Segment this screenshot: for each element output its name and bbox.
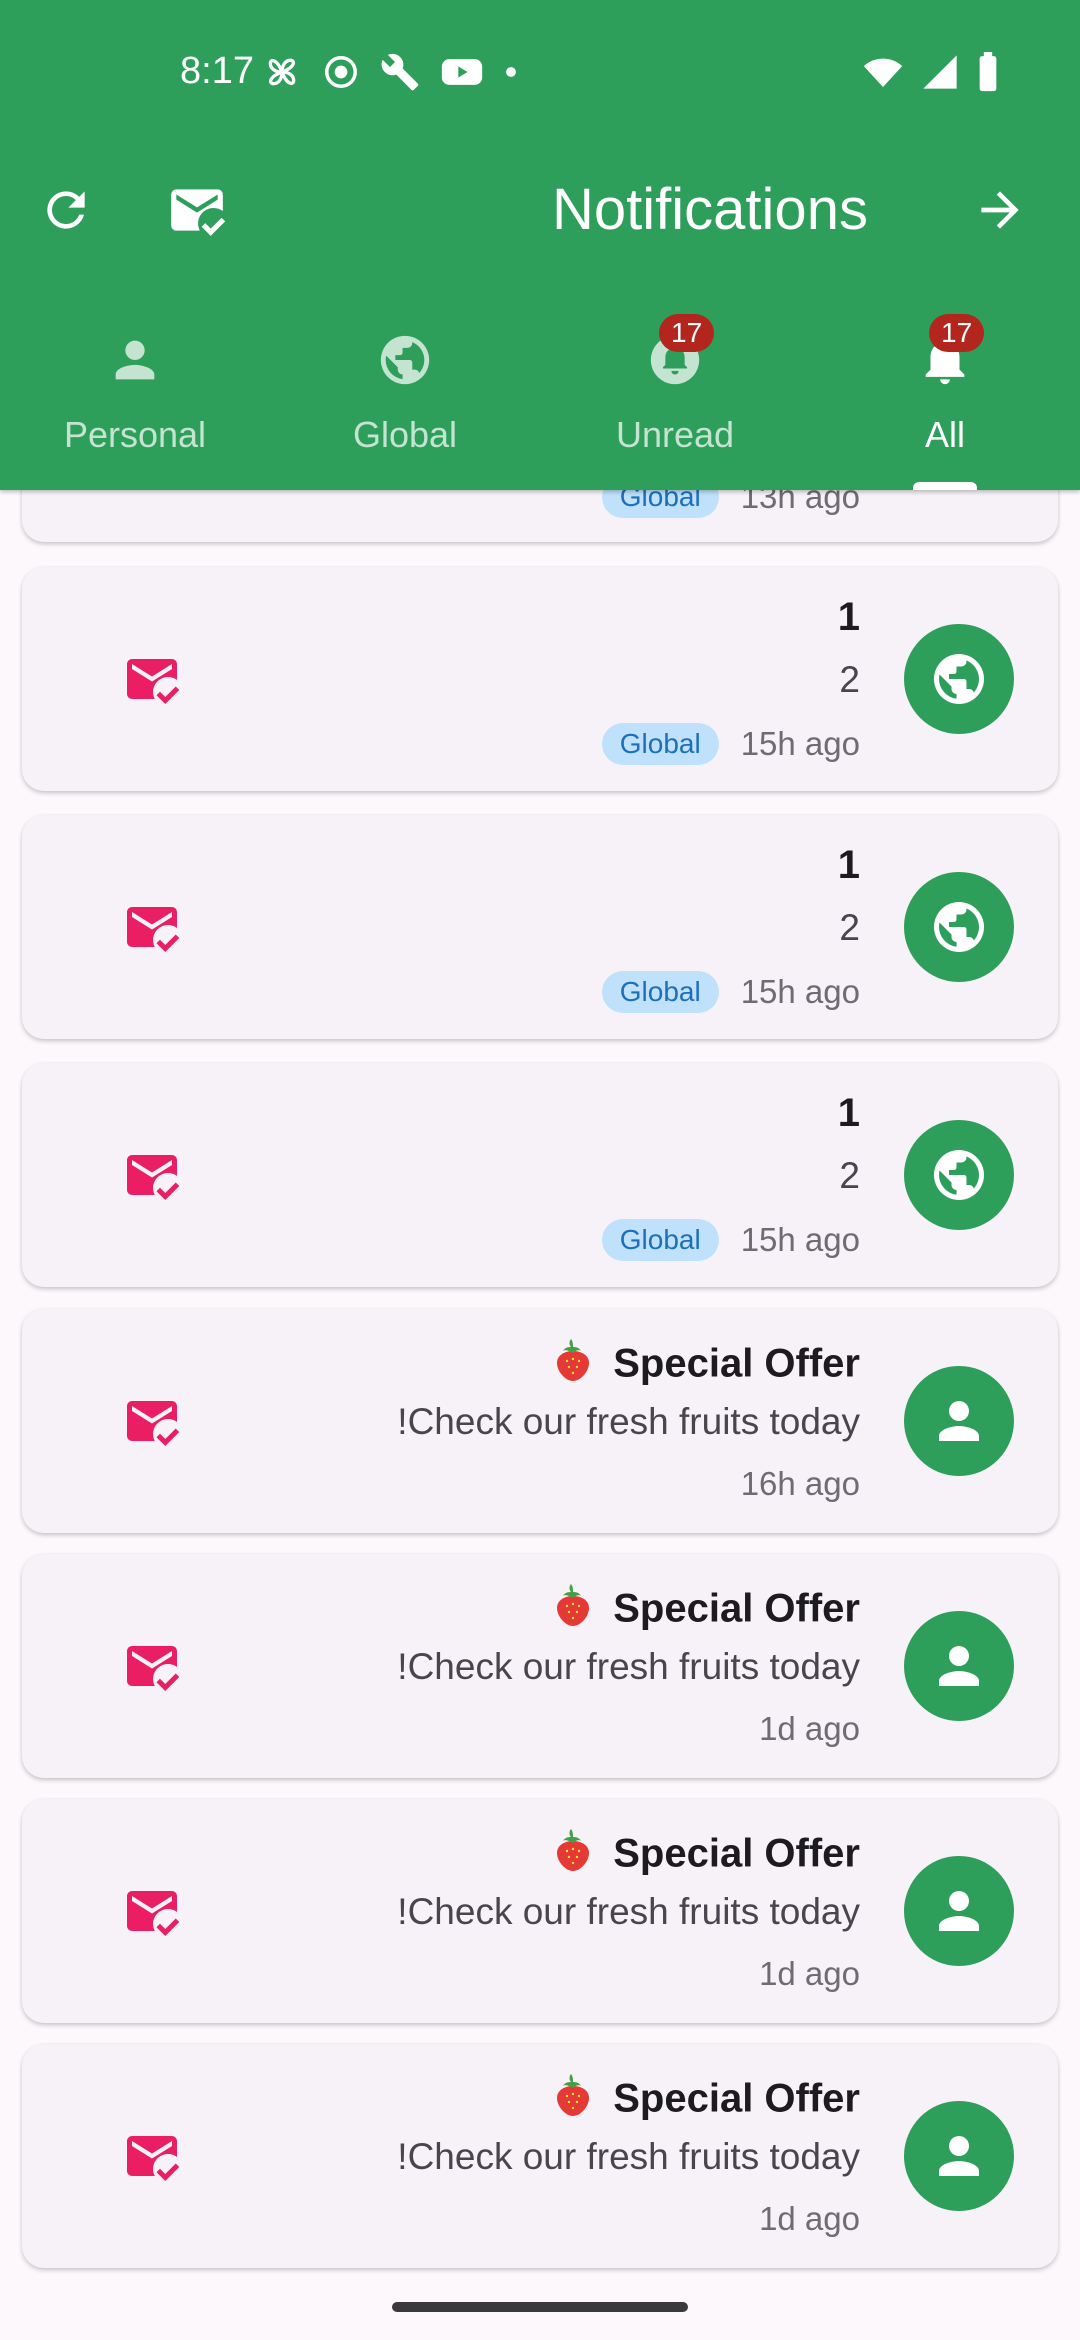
time-ago: 1d ago [759, 1955, 860, 1992]
time-ago: 15h ago [740, 725, 860, 762]
strawberry-icon [549, 1827, 597, 1885]
card-meta: Global 15h ago [601, 723, 860, 765]
refresh-icon [47, 191, 85, 229]
app-bar: 8:17 Notifications Personal Global 17 Un… [0, 0, 1080, 490]
tab-bar: Personal Global 17 Unread 17 All [0, 314, 1080, 490]
mark-email-read-icon [171, 189, 226, 236]
time-ago: 1d ago [759, 1710, 860, 1747]
tab-label: All [924, 414, 965, 455]
global-chip: Global [601, 971, 719, 1013]
time-ago: 15h ago [740, 973, 860, 1010]
notification-title: 1 [837, 1091, 860, 1135]
globe-icon [904, 1120, 1014, 1230]
bell-icon: 17 [916, 314, 985, 390]
person-icon [106, 330, 164, 390]
notification-card[interactable]: 1 2 Global 15h ago [22, 567, 1058, 791]
notification-body: !Check our fresh fruits today [397, 1891, 860, 1932]
youtube-icon [440, 52, 484, 97]
tab-unread[interactable]: 17 Unread [540, 314, 810, 490]
pinwheel-icon [262, 52, 302, 97]
mark-read-mail-icon[interactable] [122, 2126, 182, 2191]
forward-button[interactable] [970, 180, 1030, 240]
notification-title: 1 [837, 843, 860, 887]
status-time: 8:17 [180, 50, 254, 92]
notification-title-text: Special Offer [613, 1341, 860, 1386]
all-badge: 17 [929, 314, 985, 352]
notification-card[interactable]: 1 2 Global 15h ago [22, 815, 1058, 1039]
globe-icon [376, 330, 434, 390]
strawberry-icon [549, 2072, 597, 2130]
notification-body: !Check our fresh fruits today [397, 1401, 860, 1442]
notification-title: 1 [837, 595, 860, 639]
global-chip: Global [601, 723, 719, 765]
record-icon [322, 53, 360, 96]
mark-read-mail-icon[interactable] [122, 1636, 182, 1701]
notification-title: Special Offer [549, 1827, 860, 1885]
notification-card[interactable]: Special Offer !Check our fresh fruits to… [22, 1309, 1058, 1533]
time-ago: 1d ago [759, 2200, 860, 2237]
global-chip: Global [601, 1219, 719, 1261]
notification-body: !Check our fresh fruits today [397, 1646, 860, 1687]
active-tab-indicator [913, 482, 977, 490]
notification-title-text: Special Offer [613, 2076, 860, 2121]
tab-all[interactable]: 17 All [810, 314, 1080, 490]
mark-all-read-button[interactable] [164, 180, 230, 240]
notification-body: !Check our fresh fruits today [397, 2136, 860, 2177]
card-meta: 1d ago [759, 2200, 860, 2238]
strawberry-icon [549, 1337, 597, 1395]
notification-body: 2 [839, 1155, 860, 1196]
dot-icon [504, 65, 518, 84]
strawberry-icon [549, 1582, 597, 1640]
notification-title: Special Offer [549, 2072, 860, 2130]
wrench-icon [380, 52, 420, 97]
mark-read-mail-icon[interactable] [122, 1391, 182, 1456]
mark-read-mail-icon[interactable] [122, 897, 182, 962]
notification-body: 2 [839, 659, 860, 700]
notification-card[interactable]: Special Offer !Check our fresh fruits to… [22, 1554, 1058, 1778]
notification-title-text: Special Offer [613, 1586, 860, 1631]
card-meta: 1d ago [759, 1955, 860, 1993]
person-icon [904, 1611, 1014, 1721]
mark-read-mail-icon[interactable] [122, 649, 182, 714]
notification-title: Special Offer [549, 1582, 860, 1640]
tab-label: Global [352, 414, 458, 455]
card-meta: Global 15h ago [601, 1219, 860, 1261]
person-icon [904, 1856, 1014, 1966]
notification-card[interactable]: 1 2 Global 15h ago [22, 1063, 1058, 1287]
card-meta: 16h ago [741, 1465, 860, 1503]
card-meta: 1d ago [759, 1710, 860, 1748]
globe-icon [904, 624, 1014, 734]
notification-title: Special Offer [549, 1337, 860, 1395]
time-ago: 16h ago [740, 1465, 860, 1502]
time-ago: 15h ago [740, 1221, 860, 1258]
tab-label: Unread [615, 414, 735, 455]
notification-unread-icon: 17 [646, 314, 715, 390]
notification-title-text: Special Offer [613, 1831, 860, 1876]
tab-personal[interactable]: Personal [0, 320, 270, 490]
person-icon [904, 2101, 1014, 2211]
wifi-icon [862, 52, 904, 97]
arrow-forward-icon [981, 191, 1019, 229]
signal-icon [920, 52, 960, 97]
notification-card[interactable]: Special Offer !Check our fresh fruits to… [22, 2044, 1058, 2268]
status-system-icons [862, 52, 1000, 97]
page-title: Notifications [552, 177, 868, 242]
tab-global[interactable]: Global [270, 320, 540, 490]
battery-icon [976, 52, 1000, 97]
mark-read-mail-icon[interactable] [122, 1881, 182, 1946]
notification-card[interactable]: Special Offer !Check our fresh fruits to… [22, 1799, 1058, 2023]
status-notification-icons [262, 52, 518, 97]
refresh-button[interactable] [36, 180, 96, 240]
notification-body: 2 [839, 907, 860, 948]
unread-badge: 17 [659, 314, 715, 352]
status-bar: 8:17 [0, 36, 1080, 106]
card-meta: Global 15h ago [601, 971, 860, 1013]
globe-icon [904, 872, 1014, 982]
person-icon [904, 1366, 1014, 1476]
home-indicator[interactable] [392, 2302, 688, 2312]
mark-read-mail-icon[interactable] [122, 1145, 182, 1210]
tab-label: Personal [63, 414, 207, 455]
